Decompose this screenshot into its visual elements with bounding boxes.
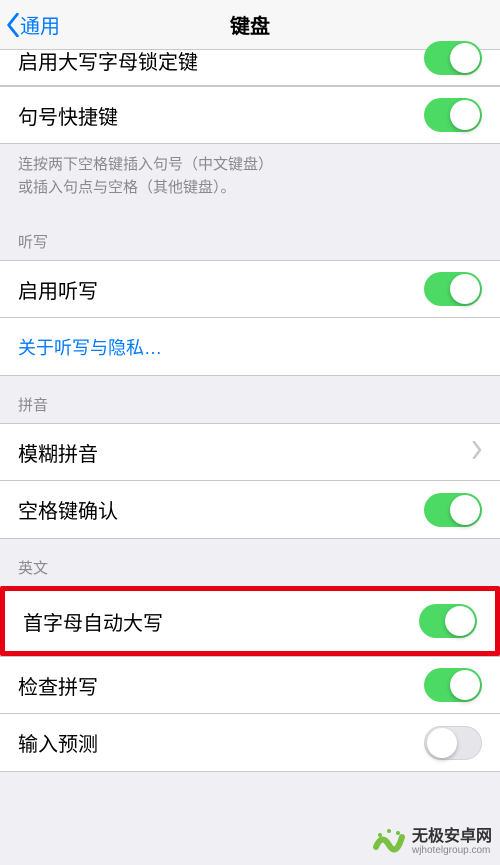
check-spelling-switch[interactable] — [424, 668, 482, 702]
predictive-switch[interactable] — [424, 726, 482, 760]
space-confirm-label: 空格键确认 — [18, 495, 118, 524]
dictation-privacy-link[interactable]: 关于听写与隐私… — [18, 334, 162, 360]
row-fuzzy-pinyin[interactable]: 模糊拼音 — [0, 423, 500, 481]
space-confirm-switch[interactable] — [424, 493, 482, 527]
caps-lock-switch[interactable] — [424, 41, 482, 75]
auto-cap-label: 首字母自动大写 — [23, 607, 163, 636]
enable-dictation-label: 启用听写 — [18, 275, 98, 304]
chevron-right-icon — [472, 441, 482, 464]
row-enable-dictation[interactable]: 启用听写 — [0, 260, 500, 318]
row-caps-lock[interactable]: 启用大写字母锁定键 — [0, 50, 500, 86]
page-title: 键盘 — [230, 10, 270, 39]
period-shortcut-switch[interactable] — [424, 98, 482, 132]
enable-dictation-switch[interactable] — [424, 272, 482, 306]
period-footer-line2: 或插入句点与空格（其他键盘）。 — [18, 177, 482, 200]
watermark: 无极安卓网 wjhotelgroup.com — [372, 825, 492, 859]
row-auto-cap[interactable]: 首字母自动大写 — [5, 591, 495, 651]
watermark-logo-icon — [372, 825, 406, 859]
highlight-auto-cap: 首字母自动大写 — [0, 586, 500, 656]
watermark-url: wjhotelgroup.com — [412, 845, 492, 856]
chevron-left-icon — [6, 13, 20, 37]
fuzzy-pinyin-label: 模糊拼音 — [18, 438, 98, 467]
check-spelling-label: 检查拼写 — [18, 671, 98, 700]
back-label: 通用 — [20, 10, 60, 39]
back-button[interactable]: 通用 — [6, 10, 60, 39]
predictive-label: 输入预测 — [18, 728, 98, 757]
row-check-spelling[interactable]: 检查拼写 — [0, 656, 500, 714]
period-shortcut-label: 句号快捷键 — [18, 101, 118, 130]
row-dictation-privacy[interactable]: 关于听写与隐私… — [0, 318, 500, 376]
row-period-shortcut[interactable]: 句号快捷键 — [0, 86, 500, 144]
english-header: 英文 — [0, 539, 500, 586]
navbar: 通用 键盘 — [0, 0, 500, 50]
auto-cap-switch[interactable] — [419, 604, 477, 638]
caps-lock-label: 启用大写字母锁定键 — [18, 46, 198, 75]
pinyin-header: 拼音 — [0, 376, 500, 423]
period-footer-line1: 连按两下空格键插入句号（中文键盘） — [18, 154, 482, 177]
period-footer: 连按两下空格键插入句号（中文键盘） 或插入句点与空格（其他键盘）。 — [0, 144, 500, 213]
dictation-header: 听写 — [0, 213, 500, 260]
row-predictive[interactable]: 输入预测 — [0, 714, 500, 772]
row-space-confirm[interactable]: 空格键确认 — [0, 481, 500, 539]
watermark-title: 无极安卓网 — [412, 828, 492, 846]
